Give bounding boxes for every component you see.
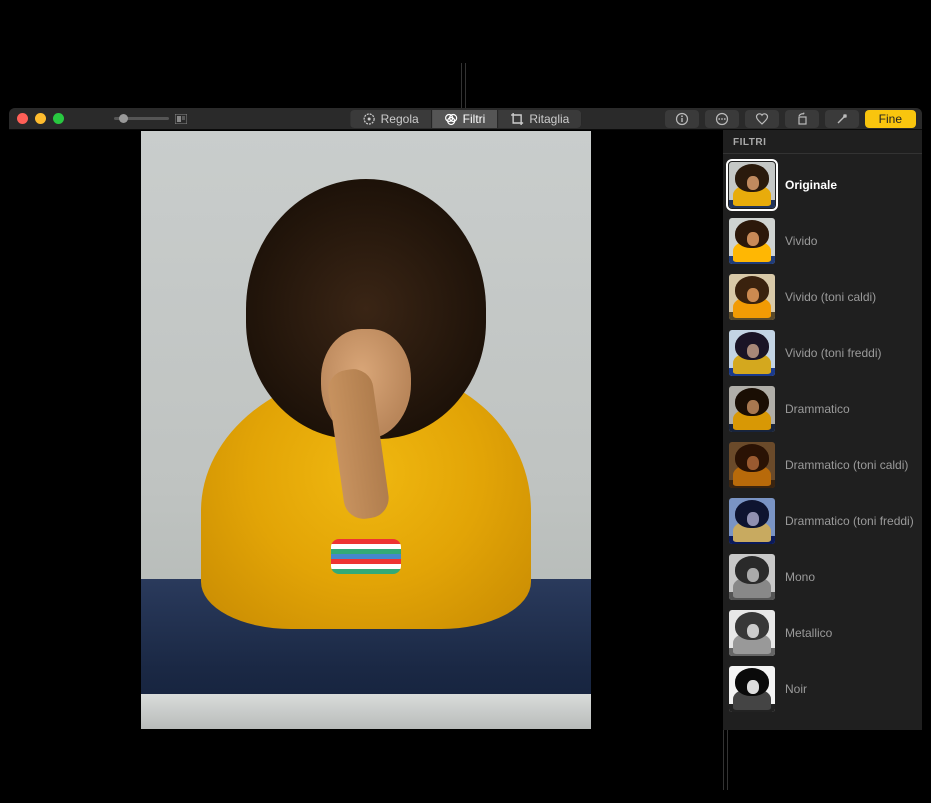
filter-label: Noir xyxy=(785,682,807,696)
heart-icon xyxy=(755,112,769,126)
filter-label: Originale xyxy=(785,178,837,192)
fullscreen-window-button[interactable] xyxy=(53,113,64,124)
adjust-tab[interactable]: Regola xyxy=(350,110,432,128)
filter-thumbnail xyxy=(729,274,775,320)
filter-label: Drammatico (toni freddi) xyxy=(785,514,914,528)
filter-label: Drammatico (toni caldi) xyxy=(785,458,908,472)
done-button-label: Fine xyxy=(879,112,902,126)
zoom-slider-track[interactable] xyxy=(114,117,169,120)
filters-icon xyxy=(444,112,458,126)
photo-preview xyxy=(141,131,591,729)
zoom-slider[interactable] xyxy=(114,114,187,124)
filter-item-vivid-cool[interactable]: Vivido (toni freddi) xyxy=(729,330,916,376)
filter-thumbnail xyxy=(729,162,775,208)
rotate-icon xyxy=(795,112,809,126)
done-button[interactable]: Fine xyxy=(865,110,916,128)
filter-item-dramatic[interactable]: Drammatico xyxy=(729,386,916,432)
photos-edit-window: Regola Filtri Ritaglia xyxy=(9,108,922,730)
filter-item-dramatic-warm[interactable]: Drammatico (toni caldi) xyxy=(729,442,916,488)
info-button[interactable] xyxy=(665,110,699,128)
filter-item-mono[interactable]: Mono xyxy=(729,554,916,600)
main-photo-viewport[interactable] xyxy=(9,130,722,730)
rotate-button[interactable] xyxy=(785,110,819,128)
filter-label: Vivido (toni caldi) xyxy=(785,290,876,304)
toolbar-right-group: Fine xyxy=(665,110,916,128)
adjust-icon xyxy=(362,112,376,126)
auto-enhance-button[interactable] xyxy=(825,110,859,128)
filter-thumbnail xyxy=(729,442,775,488)
filter-item-vivid-warm[interactable]: Vivido (toni caldi) xyxy=(729,274,916,320)
filter-item-dramatic-cool[interactable]: Drammatico (toni freddi) xyxy=(729,498,916,544)
crop-icon xyxy=(510,112,524,126)
filter-thumbnail xyxy=(729,610,775,656)
filters-panel: FILTRI Originale Vivido Vivido (toni cal… xyxy=(722,130,922,730)
filter-thumbnail xyxy=(729,666,775,712)
filter-item-silvertone[interactable]: Metallico xyxy=(729,610,916,656)
magic-wand-icon xyxy=(835,112,849,126)
filter-label: Vivido xyxy=(785,234,817,248)
thumbnails-icon xyxy=(175,114,187,124)
filter-item-vivid[interactable]: Vivido xyxy=(729,218,916,264)
filter-item-original[interactable]: Originale xyxy=(729,162,916,208)
more-icon xyxy=(715,112,729,126)
filter-label: Metallico xyxy=(785,626,832,640)
filters-tab[interactable]: Filtri xyxy=(432,110,499,128)
filter-thumbnail xyxy=(729,330,775,376)
window-titlebar: Regola Filtri Ritaglia xyxy=(9,108,922,130)
filter-list: Originale Vivido Vivido (toni caldi) Viv… xyxy=(723,154,922,720)
close-window-button[interactable] xyxy=(17,113,28,124)
filter-item-noir[interactable]: Noir xyxy=(729,666,916,712)
info-icon xyxy=(675,112,689,126)
filter-label: Drammatico xyxy=(785,402,850,416)
edit-mode-segmented-control: Regola Filtri Ritaglia xyxy=(350,110,582,128)
traffic-lights xyxy=(17,113,64,124)
filters-tab-label: Filtri xyxy=(463,112,486,126)
callout-line-bottom xyxy=(723,730,728,790)
editor-content: FILTRI Originale Vivido Vivido (toni cal… xyxy=(9,130,922,730)
filter-thumbnail xyxy=(729,554,775,600)
filter-thumbnail xyxy=(729,386,775,432)
filter-thumbnail xyxy=(729,218,775,264)
crop-tab[interactable]: Ritaglia xyxy=(498,110,581,128)
filter-label: Mono xyxy=(785,570,815,584)
filter-label: Vivido (toni freddi) xyxy=(785,346,882,360)
filters-panel-header: FILTRI xyxy=(723,130,922,154)
more-button[interactable] xyxy=(705,110,739,128)
favorite-button[interactable] xyxy=(745,110,779,128)
crop-tab-label: Ritaglia xyxy=(529,112,569,126)
adjust-tab-label: Regola xyxy=(381,112,419,126)
filter-thumbnail xyxy=(729,498,775,544)
zoom-slider-thumb[interactable] xyxy=(119,114,128,123)
minimize-window-button[interactable] xyxy=(35,113,46,124)
callout-line-top xyxy=(461,63,466,110)
